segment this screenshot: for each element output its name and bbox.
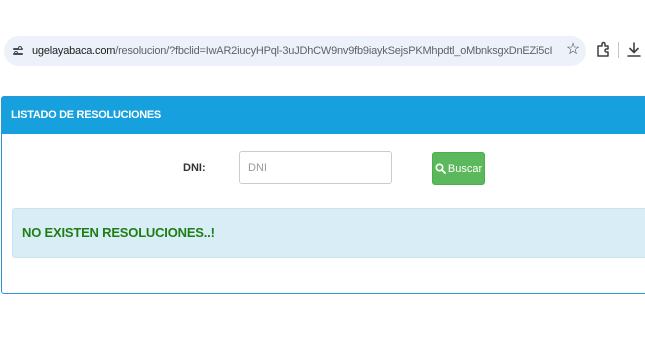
site-info-icon[interactable]	[12, 44, 26, 58]
search-icon	[435, 163, 446, 174]
dni-label: DNI:	[183, 162, 206, 174]
url-path: /resolucion/?fbclid=IwAR2iucyHPql-3uJDhC…	[115, 45, 553, 57]
search-button-label: Buscar	[447, 162, 483, 175]
download-icon[interactable]	[625, 40, 643, 60]
star-icon[interactable]: ☆	[563, 40, 583, 60]
dni-input[interactable]	[239, 151, 392, 184]
toolbar-divider	[618, 42, 619, 58]
browser-toolbar: ugelayabaca.com/resolucion/?fbclid=IwAR2…	[0, 0, 645, 70]
address-bar[interactable]: ugelayabaca.com/resolucion/?fbclid=IwAR2…	[4, 36, 586, 66]
search-button[interactable]: Buscar	[432, 152, 485, 185]
url-text[interactable]: ugelayabaca.com/resolucion/?fbclid=IwAR2…	[32, 45, 553, 57]
search-form: DNI: Buscar	[2, 151, 645, 185]
panel-title: LISTADO DE RESOLUCIONES	[2, 97, 645, 134]
no-results-alert: NO EXISTEN RESOLUCIONES..!	[12, 208, 645, 258]
extensions-icon[interactable]	[594, 40, 612, 60]
resoluciones-panel: LISTADO DE RESOLUCIONES DNI: Buscar NO E…	[1, 96, 645, 294]
url-domain: ugelayabaca.com	[32, 45, 116, 57]
